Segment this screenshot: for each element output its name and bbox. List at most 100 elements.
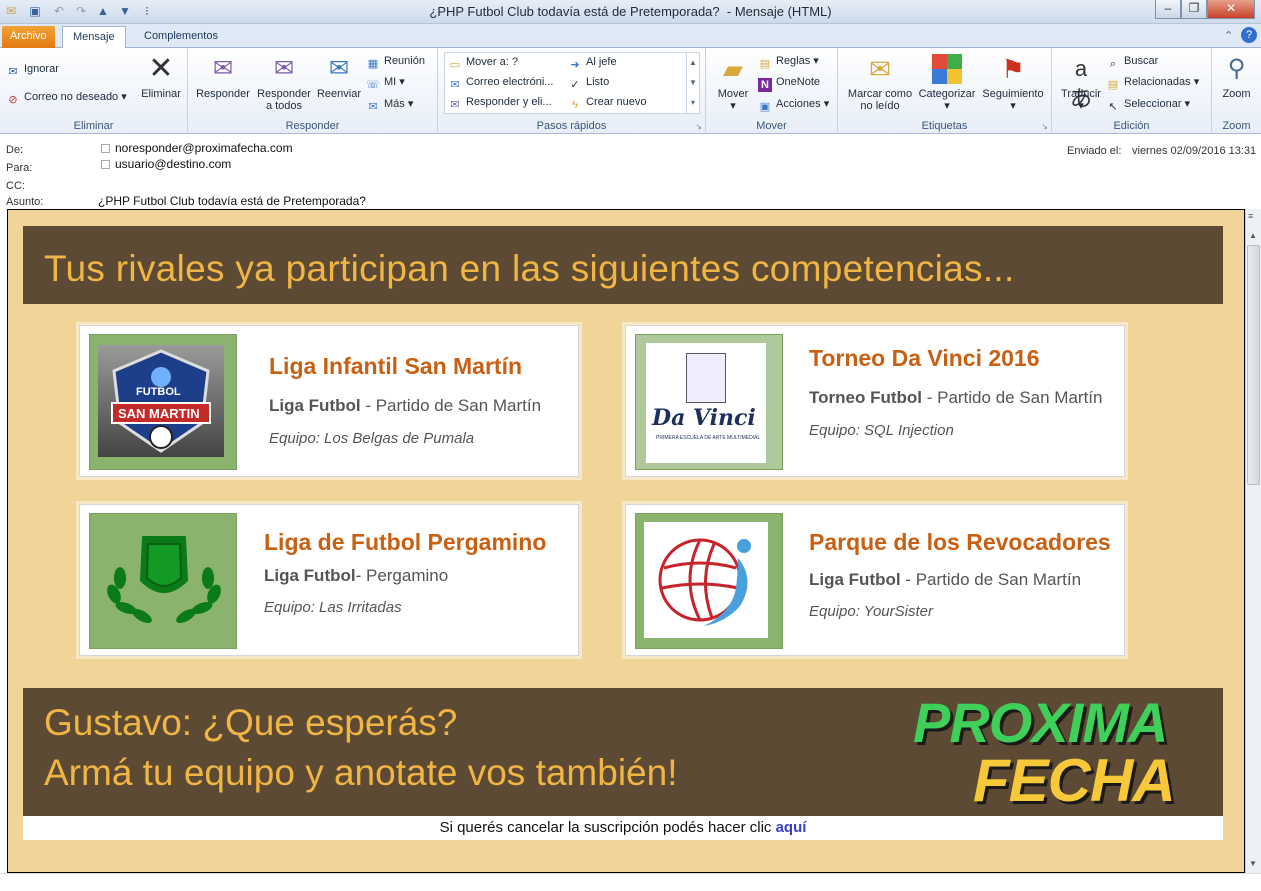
- logo-text: SAN MARTIN: [118, 406, 200, 421]
- scroll-down-icon[interactable]: ▼: [1249, 859, 1257, 868]
- tab-complementos[interactable]: Complementos: [134, 26, 228, 48]
- onenote-icon: N: [758, 78, 772, 92]
- shield-icon: [111, 349, 211, 453]
- mover-button[interactable]: ▰ Mover ▾: [712, 54, 754, 112]
- unread-envelope-icon: ✉: [869, 54, 891, 84]
- message-headers: De: noresponder@proximafecha.com Para: u…: [0, 134, 1261, 209]
- reglas-button[interactable]: ▤ Reglas ▾: [758, 52, 819, 70]
- quick-step-listo[interactable]: ✓ Listo: [568, 73, 609, 91]
- group-label-eliminar: Eliminar: [73, 120, 114, 132]
- revocadores-logo: [644, 522, 768, 638]
- cta-line-2: Armá tu equipo y anotate vos también!: [44, 752, 678, 793]
- mas-button[interactable]: ✉ Más ▾: [366, 95, 413, 113]
- sender-address[interactable]: noresponder@proximafecha.com: [101, 141, 293, 155]
- reply-all-icon: ✉: [273, 55, 295, 82]
- group-mover: ▰ Mover ▾ ▤ Reglas ▾ N OneNote ▣ Acciones ▾ …: [706, 48, 838, 134]
- de-label: De:: [6, 144, 24, 156]
- scroll-up-icon[interactable]: ▲: [1249, 231, 1257, 240]
- restore-button[interactable]: ❐: [1181, 0, 1207, 19]
- responder-button[interactable]: ✉ Responder: [192, 54, 254, 100]
- unsubscribe-link[interactable]: aquí: [776, 819, 807, 836]
- junk-icon: ⊘: [8, 94, 18, 106]
- categorizar-button[interactable]: Categorizar ▾: [916, 54, 978, 112]
- reenviar-button[interactable]: ✉ Reenviar: [314, 54, 364, 100]
- scroll-options-icon[interactable]: ≡: [1248, 211, 1253, 221]
- relacionadas-button[interactable]: ▤ Relacionadas ▾: [1106, 73, 1199, 91]
- magnifier-icon: ⚲: [1227, 55, 1246, 82]
- group-pasos-rapidos: ▭ Mover a: ? ✉ Correo electróni... ✉ Respon…: [438, 48, 706, 134]
- onenote-button[interactable]: N OneNote: [758, 73, 820, 92]
- card-title[interactable]: Liga Infantil San Martín: [269, 353, 522, 380]
- card-title[interactable]: Liga de Futbol Pergamino: [264, 529, 546, 556]
- ribbon-tabs: Archivo Mensaje Complementos ⌃ ?: [0, 24, 1261, 49]
- traducir-button[interactable]: aあ Traducir ▾: [1056, 54, 1106, 112]
- buscar-button[interactable]: ⌕ Buscar: [1106, 52, 1158, 70]
- acciones-button[interactable]: ▣ Acciones ▾: [758, 95, 829, 113]
- gallery-scroll[interactable]: ▲ ▼ ▾: [686, 53, 699, 113]
- card-subtitle: Liga Futbol- Pergamino: [264, 566, 449, 585]
- quick-step-responder-eliminar[interactable]: ✉ Responder y eli...: [448, 93, 551, 111]
- group-label-mover: Mover: [756, 120, 787, 132]
- recipient-address[interactable]: usuario@destino.com: [101, 157, 231, 171]
- flag-icon: ⚑: [1001, 54, 1025, 84]
- card-team: Equipo: SQL Injection: [809, 422, 954, 439]
- select-icon: ↖: [1108, 101, 1118, 113]
- dialog-launcher-icon[interactable]: ↘: [695, 122, 702, 131]
- competition-card[interactable]: Liga de Futbol Pergamino Liga Futbol- Pe…: [79, 504, 579, 656]
- close-button[interactable]: ✕: [1207, 0, 1255, 19]
- ignore-icon: ✉: [8, 66, 18, 78]
- dialog-launcher-icon[interactable]: ↘: [1041, 122, 1048, 131]
- globe-player-icon: [658, 538, 751, 626]
- correo-no-deseado-button[interactable]: ⊘ Correo no deseado ▾: [6, 88, 126, 106]
- reunion-button[interactable]: ▦ Reunión: [366, 52, 425, 70]
- competition-logo: [635, 513, 783, 649]
- help-icon[interactable]: ?: [1241, 27, 1257, 43]
- seleccionar-button[interactable]: ↖ Seleccionar ▾: [1106, 95, 1190, 113]
- contact-status-icon: [101, 144, 110, 153]
- mi-button[interactable]: ☏ MI ▾: [366, 73, 405, 91]
- group-label-edicion: Edición: [1113, 120, 1150, 132]
- seguimiento-button[interactable]: ⚑ Seguimiento ▾: [978, 54, 1048, 112]
- san-martin-badge: FUTBOL SAN MARTIN: [98, 345, 224, 457]
- group-etiquetas: ✉ Marcar como no leído Categorizar ▾ ⚑ Seg…: [838, 48, 1052, 134]
- scroll-thumb[interactable]: [1247, 245, 1260, 485]
- zoom-button[interactable]: ⚲ Zoom: [1214, 54, 1259, 100]
- group-label-pasos: Pasos rápidos: [536, 120, 607, 132]
- group-label-etiquetas: Etiquetas: [921, 120, 968, 132]
- quick-step-al-jefe[interactable]: ➜ Al jefe: [568, 53, 616, 71]
- laurel-shield-icon: [107, 536, 221, 623]
- eliminar-button[interactable]: ✕ Eliminar: [138, 54, 184, 101]
- quick-step-crear-nuevo[interactable]: ϟ Crear nuevo: [568, 93, 646, 111]
- quick-step-correo[interactable]: ✉ Correo electróni...: [448, 73, 553, 91]
- tab-archivo[interactable]: Archivo: [2, 26, 55, 48]
- competition-card[interactable]: Da Vinci PRIMERA ESCUELA DE ARTE MULTIME…: [625, 325, 1125, 477]
- rules-icon: ▤: [759, 58, 771, 70]
- bottom-pane: [0, 873, 1261, 891]
- card-title[interactable]: Parque de los Revocadores: [809, 529, 1111, 556]
- reply-icon: ✉: [212, 55, 234, 82]
- forward-boss-icon: ➜: [570, 59, 580, 71]
- brand-text: FECHA: [973, 747, 1176, 814]
- group-eliminar: ✉ Ignorar ⊘ Correo no deseado ▾ ✕ Eliminar…: [0, 48, 188, 134]
- quick-step-mover-a[interactable]: ▭ Mover a: ?: [448, 53, 518, 71]
- email-body: Tus rivales ya participan en las siguien…: [7, 209, 1245, 873]
- binoculars-icon: ⌕: [1109, 58, 1117, 70]
- tab-mensaje[interactable]: Mensaje: [62, 26, 126, 49]
- vertical-scrollbar[interactable]: ≡ ▲ ▼: [1245, 209, 1261, 873]
- minimize-ribbon-icon[interactable]: ⌃: [1224, 29, 1233, 42]
- group-edicion: aあ Traducir ▾ ⌕ Buscar ▤ Relacionadas ▾ ↖ Se…: [1052, 48, 1212, 134]
- im-icon: ☏: [366, 79, 380, 91]
- competition-card[interactable]: Parque de los Revocadores Liga Futbol - …: [625, 504, 1125, 656]
- translate-icon: aあ: [1069, 56, 1092, 111]
- card-subtitle: Liga Futbol - Partido de San Martín: [269, 396, 542, 415]
- header-banner: Tus rivales ya participan en las siguien…: [23, 226, 1223, 304]
- responder-todos-button[interactable]: ✉ Responder a todos: [254, 54, 314, 112]
- reply-delete-icon: ✉: [450, 99, 460, 111]
- minimize-button[interactable]: –: [1155, 0, 1181, 19]
- marcar-no-leido-button[interactable]: ✉ Marcar como no leído: [842, 54, 918, 112]
- logo-text: Da Vinci: [652, 405, 756, 431]
- ignorar-button[interactable]: ✉ Ignorar: [6, 60, 58, 78]
- competition-card[interactable]: FUTBOL SAN MARTIN Liga Infantil San Mart…: [79, 325, 579, 477]
- forward-icon: ✉: [328, 55, 350, 82]
- card-title[interactable]: Torneo Da Vinci 2016: [809, 345, 1040, 372]
